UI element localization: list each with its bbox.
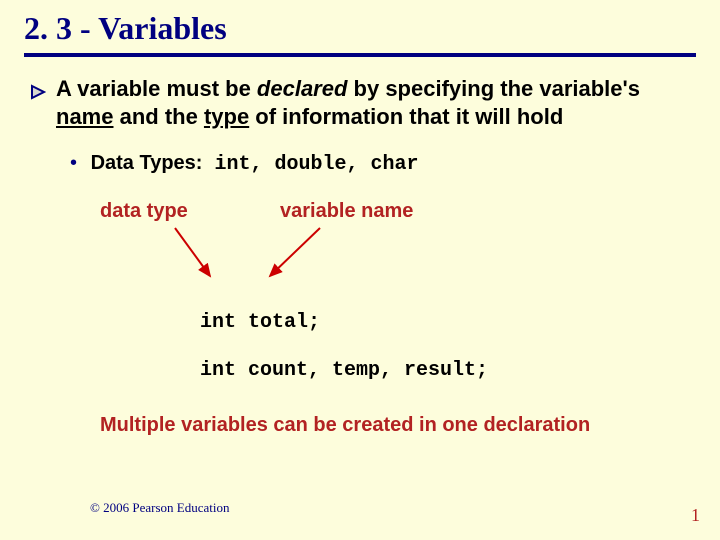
arrow-icon: [170, 226, 230, 286]
footer-copyright: © 2006 Pearson Education: [90, 500, 230, 516]
note-text: Multiple variables can be created in one…: [100, 414, 690, 437]
footer-page-number: 1: [691, 505, 700, 526]
text: of information that it will hold: [249, 104, 563, 129]
text-declared: declared: [257, 76, 348, 101]
slide-body: A variable must be declared by specifyin…: [0, 57, 720, 437]
text: A variable must be: [56, 76, 257, 101]
text: and the: [113, 104, 203, 129]
text-type: type: [204, 104, 249, 129]
slide-title: 2. 3 - Variables: [0, 0, 720, 47]
bullet2-types: int, double, char: [202, 153, 418, 176]
text: by specifying the variable's: [347, 76, 640, 101]
text-name: name: [56, 104, 113, 129]
bullet-level2: • Data Types: int, double, char: [70, 152, 690, 176]
slide: 2. 3 - Variables A variable must be decl…: [0, 0, 720, 540]
code-line-1: int total;: [200, 310, 690, 336]
bullet-level1-text: A variable must be declared by specifyin…: [56, 75, 690, 130]
chevron-right-icon: [30, 79, 46, 107]
annotation-labels: data type variable name: [30, 200, 690, 310]
label-datatype: data type: [100, 200, 188, 223]
bullet-dot-icon: •: [70, 152, 77, 174]
bullet2-label: Data Types:: [91, 152, 203, 174]
arrow-icon: [260, 226, 340, 286]
code-block: int total; int count, temp, result;: [200, 310, 690, 384]
bullet-level1: A variable must be declared by specifyin…: [30, 75, 690, 130]
label-varname: variable name: [280, 200, 413, 223]
code-line-2: int count, temp, result;: [200, 358, 690, 384]
